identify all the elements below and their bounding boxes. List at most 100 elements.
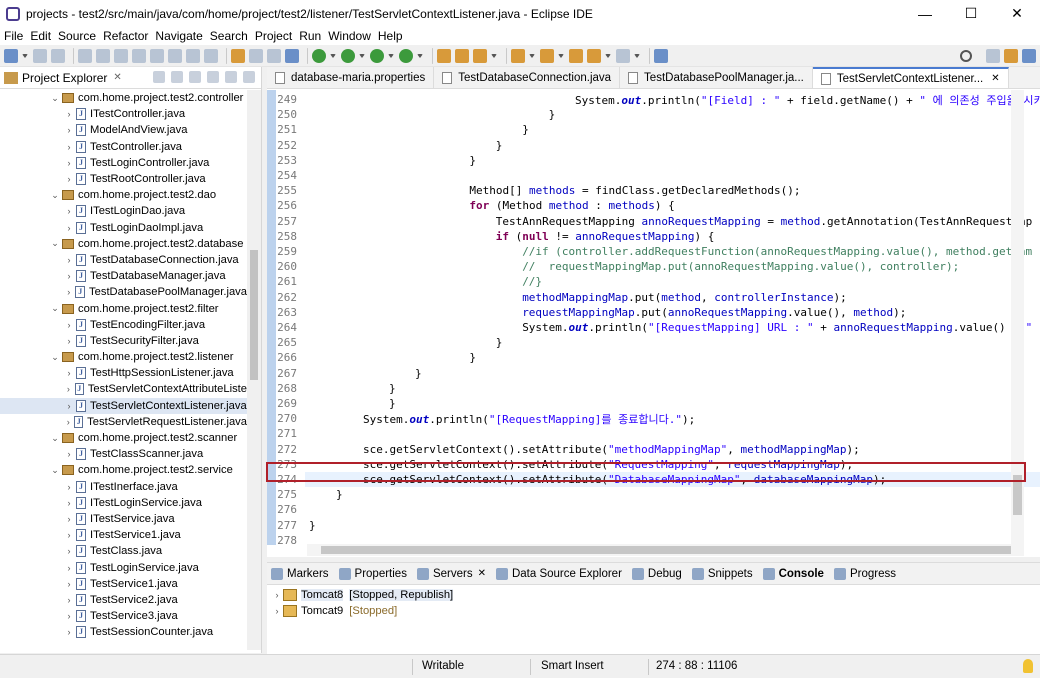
collapsed-arrow-icon[interactable]: ›: [64, 611, 74, 621]
last-edit-icon[interactable]: [569, 48, 583, 63]
collapsed-arrow-icon[interactable]: ›: [64, 546, 74, 556]
menu-edit[interactable]: Edit: [30, 29, 51, 43]
code-line[interactable]: 278: [267, 533, 309, 545]
open-perspective-icon[interactable]: [986, 48, 1000, 63]
collapsed-arrow-icon[interactable]: ›: [64, 482, 74, 492]
collapsed-arrow-icon[interactable]: ›: [64, 384, 73, 394]
tree-file-item[interactable]: › J ITestService.java: [0, 511, 247, 527]
open-task-icon[interactable]: [455, 48, 469, 63]
collapsed-arrow-icon[interactable]: ›: [271, 590, 283, 600]
chevron-down-icon[interactable]: [558, 53, 564, 58]
expanded-arrow-icon[interactable]: ⌄: [50, 93, 60, 104]
code-line[interactable]: 256 for (Method method : methods) {: [267, 198, 675, 213]
chevron-down-icon[interactable]: [359, 53, 365, 58]
code-line[interactable]: 265}: [267, 335, 502, 350]
menu-help[interactable]: Help: [378, 29, 403, 43]
block-selection-icon[interactable]: [249, 48, 263, 63]
collapsed-arrow-icon[interactable]: ›: [64, 627, 74, 637]
code-line[interactable]: 257 TestAnnRequestMapping annoRequestMapp…: [267, 214, 1032, 229]
code-line[interactable]: 252}: [267, 138, 502, 153]
editor-hscroll-thumb[interactable]: [321, 546, 1011, 554]
step-into-icon[interactable]: [168, 48, 182, 63]
tree-package-item[interactable]: ⌄ com.home.project.test2.scanner: [0, 430, 247, 446]
view-menu-icon[interactable]: [207, 71, 219, 83]
maximize-view-icon[interactable]: [243, 71, 255, 83]
debug-icon[interactable]: [312, 48, 326, 63]
tree-file-item[interactable]: › J TestLoginDaoImpl.java: [0, 220, 247, 236]
next-annotation-icon[interactable]: [511, 48, 525, 63]
expanded-arrow-icon[interactable]: ⌄: [50, 238, 60, 249]
server-item[interactable]: › Tomcat8 [Stopped, Republish]: [267, 587, 1040, 603]
menu-window[interactable]: Window: [328, 29, 371, 43]
whitespace-icon[interactable]: [267, 48, 281, 63]
chevron-down-icon[interactable]: [388, 53, 394, 58]
server-item[interactable]: › Tomcat9 [Stopped]: [267, 603, 1040, 619]
code-line[interactable]: 255 Method[] methods = findClass.getDecla…: [267, 183, 800, 198]
editor-tab[interactable]: TestDatabasePoolManager.ja...: [620, 67, 813, 88]
code-line[interactable]: 251}: [267, 122, 529, 137]
collapsed-arrow-icon[interactable]: ›: [64, 514, 74, 524]
tree-package-item[interactable]: ⌄ com.home.project.test2.listener: [0, 349, 247, 365]
code-line[interactable]: 261 //}: [267, 274, 542, 289]
tree-file-item[interactable]: › J TestService1.java: [0, 576, 247, 592]
bottom-tab[interactable]: Markers: [271, 567, 329, 580]
menu-source[interactable]: Source: [58, 29, 96, 43]
editor-tab[interactable]: TestServletContextListener... ✕: [812, 67, 1009, 88]
tree-file-item[interactable]: › J TestServletContextListener.java: [0, 397, 247, 414]
editor-tab[interactable]: database-maria.properties: [267, 67, 435, 88]
code-line[interactable]: 269}: [267, 396, 396, 411]
minimize-view-icon[interactable]: [225, 71, 237, 83]
tree-file-item[interactable]: › J ITestLoginDao.java: [0, 203, 247, 219]
collapsed-arrow-icon[interactable]: ›: [64, 109, 74, 119]
collapsed-arrow-icon[interactable]: ›: [64, 595, 74, 605]
expanded-arrow-icon[interactable]: ⌄: [50, 190, 60, 201]
code-line[interactable]: 275}: [267, 487, 343, 502]
collapsed-arrow-icon[interactable]: ›: [64, 579, 74, 589]
bottom-tab[interactable]: Debug: [631, 567, 682, 580]
maximize-button[interactable]: ☐: [948, 0, 994, 27]
tree-file-item[interactable]: › J TestHttpSessionListener.java: [0, 365, 247, 381]
chevron-down-icon[interactable]: [330, 53, 336, 58]
code-line[interactable]: 258 if (null != annoRequestMapping) {: [267, 229, 714, 244]
collapsed-arrow-icon[interactable]: ›: [64, 320, 74, 330]
skip-breakpoints-icon[interactable]: [78, 48, 92, 63]
tree-file-item[interactable]: › J TestEncodingFilter.java: [0, 317, 247, 333]
external-tools-icon[interactable]: [399, 48, 413, 63]
coverage-icon[interactable]: [370, 48, 384, 63]
collapsed-arrow-icon[interactable]: ›: [64, 449, 74, 459]
collapsed-arrow-icon[interactable]: ›: [64, 530, 74, 540]
tree-file-item[interactable]: › J TestDatabaseManager.java: [0, 268, 247, 284]
lightbulb-icon[interactable]: [1023, 659, 1033, 673]
expanded-arrow-icon[interactable]: ⌄: [50, 465, 60, 476]
code-line[interactable]: 260 // requestMappingMap.put(annoRequestM…: [267, 259, 959, 274]
open-type-icon[interactable]: [437, 48, 451, 63]
code-line[interactable]: 262 methodMappingMap.put(method, controll…: [267, 290, 847, 305]
collapsed-arrow-icon[interactable]: ›: [64, 125, 74, 135]
project-explorer-tab[interactable]: Project Explorer ✕: [0, 67, 261, 89]
collapsed-arrow-icon[interactable]: ›: [64, 223, 74, 233]
chevron-down-icon[interactable]: [417, 53, 423, 58]
collapse-all-icon[interactable]: [153, 71, 165, 83]
debug-perspective-icon[interactable]: [1022, 48, 1036, 63]
bottom-tab[interactable]: Snippets: [691, 567, 753, 580]
code-line[interactable]: 271: [267, 426, 363, 441]
tree-file-item[interactable]: › J TestClassScanner.java: [0, 446, 247, 462]
tree-file-item[interactable]: › J ITestService1.java: [0, 527, 247, 543]
save-all-icon[interactable]: [51, 48, 65, 63]
menu-run[interactable]: Run: [299, 29, 321, 43]
save-icon[interactable]: [33, 48, 47, 63]
suspend-icon[interactable]: [114, 48, 128, 63]
pin-editor-icon[interactable]: [654, 48, 668, 63]
code-line[interactable]: 250}: [267, 107, 555, 122]
tree-file-item[interactable]: › J TestSessionCounter.java: [0, 624, 247, 640]
tree-file-item[interactable]: › J TestDatabaseConnection.java: [0, 252, 247, 268]
search-toolbar-icon[interactable]: [473, 48, 487, 63]
disconnect-icon[interactable]: [150, 48, 164, 63]
collapsed-arrow-icon[interactable]: ›: [64, 287, 73, 297]
chevron-down-icon[interactable]: [22, 53, 28, 58]
code-line[interactable]: 276: [267, 502, 309, 517]
code-line[interactable]: 268}: [267, 381, 396, 396]
tree-file-item[interactable]: › J TestLoginService.java: [0, 559, 247, 575]
resume-icon[interactable]: [96, 48, 110, 63]
collapsed-arrow-icon[interactable]: ›: [64, 401, 74, 411]
